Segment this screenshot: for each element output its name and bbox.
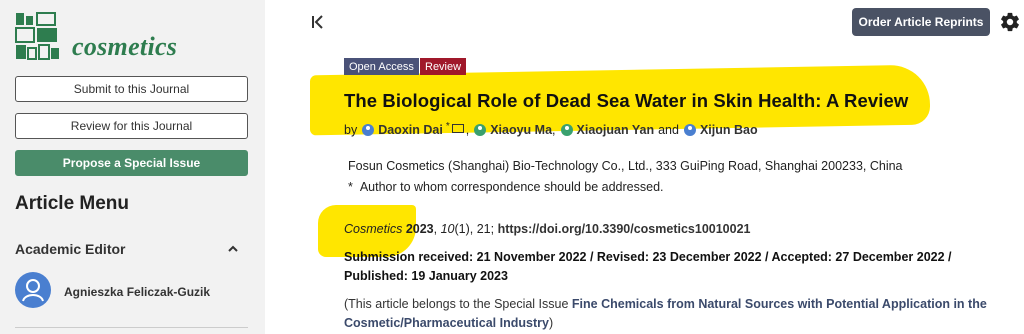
academic-editor-heading[interactable]: Academic Editor [15,241,125,257]
correspondence-note: * Author to whom correspondence should b… [348,180,664,194]
journal-name: cosmetics [72,32,178,61]
author-separator: , [465,123,470,137]
corresponding-marker: * [445,120,450,132]
sidebar-divider [15,327,248,328]
citation-article-no: , 21; [469,222,498,236]
author-name[interactable]: Xiaoyu Ma [490,123,552,137]
gear-icon[interactable] [999,11,1021,33]
review-for-journal-button[interactable]: Review for this Journal [15,113,248,139]
user-icon [22,279,44,302]
doi-link[interactable]: https://doi.org/10.3390/cosmetics1001002… [498,222,751,236]
open-access-badge[interactable]: Open Access [344,58,419,75]
special-issue-note: (This article belongs to the Special Iss… [344,295,1004,333]
citation-year: 2023 [405,222,434,236]
sidebar: cosmetics Submit to this Journal Review … [0,0,265,334]
order-reprints-button[interactable]: Order Article Reprints [852,8,990,36]
article-title: The Biological Role of Dead Sea Water in… [344,90,909,111]
affiliation: Fosun Cosmetics (Shanghai) Bio-Technolog… [348,159,903,173]
editor-avatar[interactable] [15,272,51,308]
citation-journal[interactable]: Cosmetics [344,222,402,236]
author-profile-icon[interactable] [683,124,696,136]
review-badge[interactable]: Review [420,58,467,75]
chevron-up-icon[interactable] [226,243,240,255]
article-menu-heading: Article Menu [15,193,130,214]
author-profile-icon[interactable] [474,124,487,136]
corr-marker: * [348,180,353,194]
author-name[interactable]: Xiaojuan Yan [577,123,655,137]
author-separator: , [552,123,556,137]
mail-icon[interactable] [451,123,464,133]
submit-to-journal-button[interactable]: Submit to this Journal [15,76,248,102]
editor-name[interactable]: Agnieszka Feliczak-Guzik [64,285,210,299]
special-issue-prefix: (This article belongs to the Special Iss… [344,297,572,311]
corr-text: Author to whom correspondence should be … [359,180,664,194]
citation-volume: 10 [440,222,455,236]
citation-issue: (1) [454,222,470,236]
author-name[interactable]: Daoxin Dai [378,123,443,137]
collapse-sidebar-icon[interactable] [310,14,326,30]
and-label: and [658,123,679,137]
author-name[interactable]: Xijun Bao [700,123,758,137]
publication-dates: Submission received: 21 November 2022 / … [344,250,952,283]
cosmetics-logo-icon [15,12,59,60]
author-profile-icon[interactable] [560,124,573,136]
by-label: by [344,123,358,137]
author-list: by Daoxin Dai * , Xiaoyu Ma , Xiaojuan Y… [344,120,758,138]
author-profile-icon[interactable] [362,124,375,136]
citation-line: Cosmetics 2023, 10(1), 21; https://doi.o… [344,222,751,236]
special-issue-suffix: ) [548,316,554,330]
propose-special-issue-button[interactable]: Propose a Special Issue [15,150,248,176]
journal-logo[interactable]: cosmetics [15,12,255,62]
